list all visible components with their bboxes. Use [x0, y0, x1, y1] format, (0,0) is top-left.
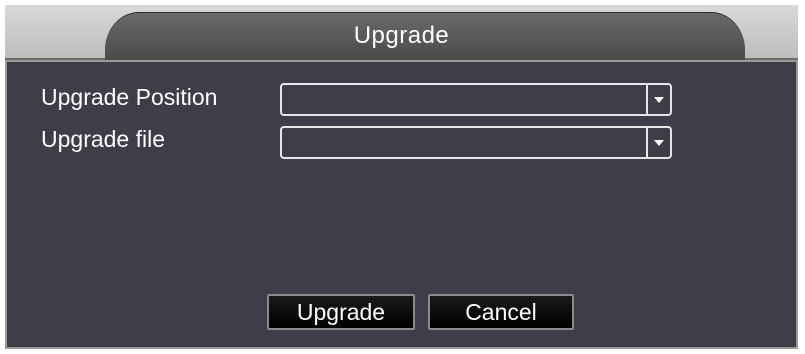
title-bar: Upgrade: [5, 5, 798, 60]
upgrade-position-dropdown-button[interactable]: [646, 85, 670, 114]
upgrade-button[interactable]: Upgrade: [267, 294, 415, 330]
upgrade-file-label: Upgrade file: [41, 126, 166, 152]
upgrade-position-label: Upgrade Position: [41, 84, 218, 110]
upgrade-dialog: Upgrade Upgrade Position Upgrade file Up…: [0, 0, 805, 354]
cancel-button[interactable]: Cancel: [428, 294, 574, 330]
chevron-down-icon: [654, 96, 664, 103]
dialog-title: Upgrade: [353, 22, 450, 49]
upgrade-file-select[interactable]: [280, 126, 672, 159]
upgrade-file-dropdown-button[interactable]: [646, 128, 670, 157]
upgrade-position-select[interactable]: [280, 83, 672, 116]
chevron-down-icon: [654, 139, 664, 146]
dialog-body: Upgrade Position Upgrade file Upgrade Ca…: [5, 60, 798, 349]
